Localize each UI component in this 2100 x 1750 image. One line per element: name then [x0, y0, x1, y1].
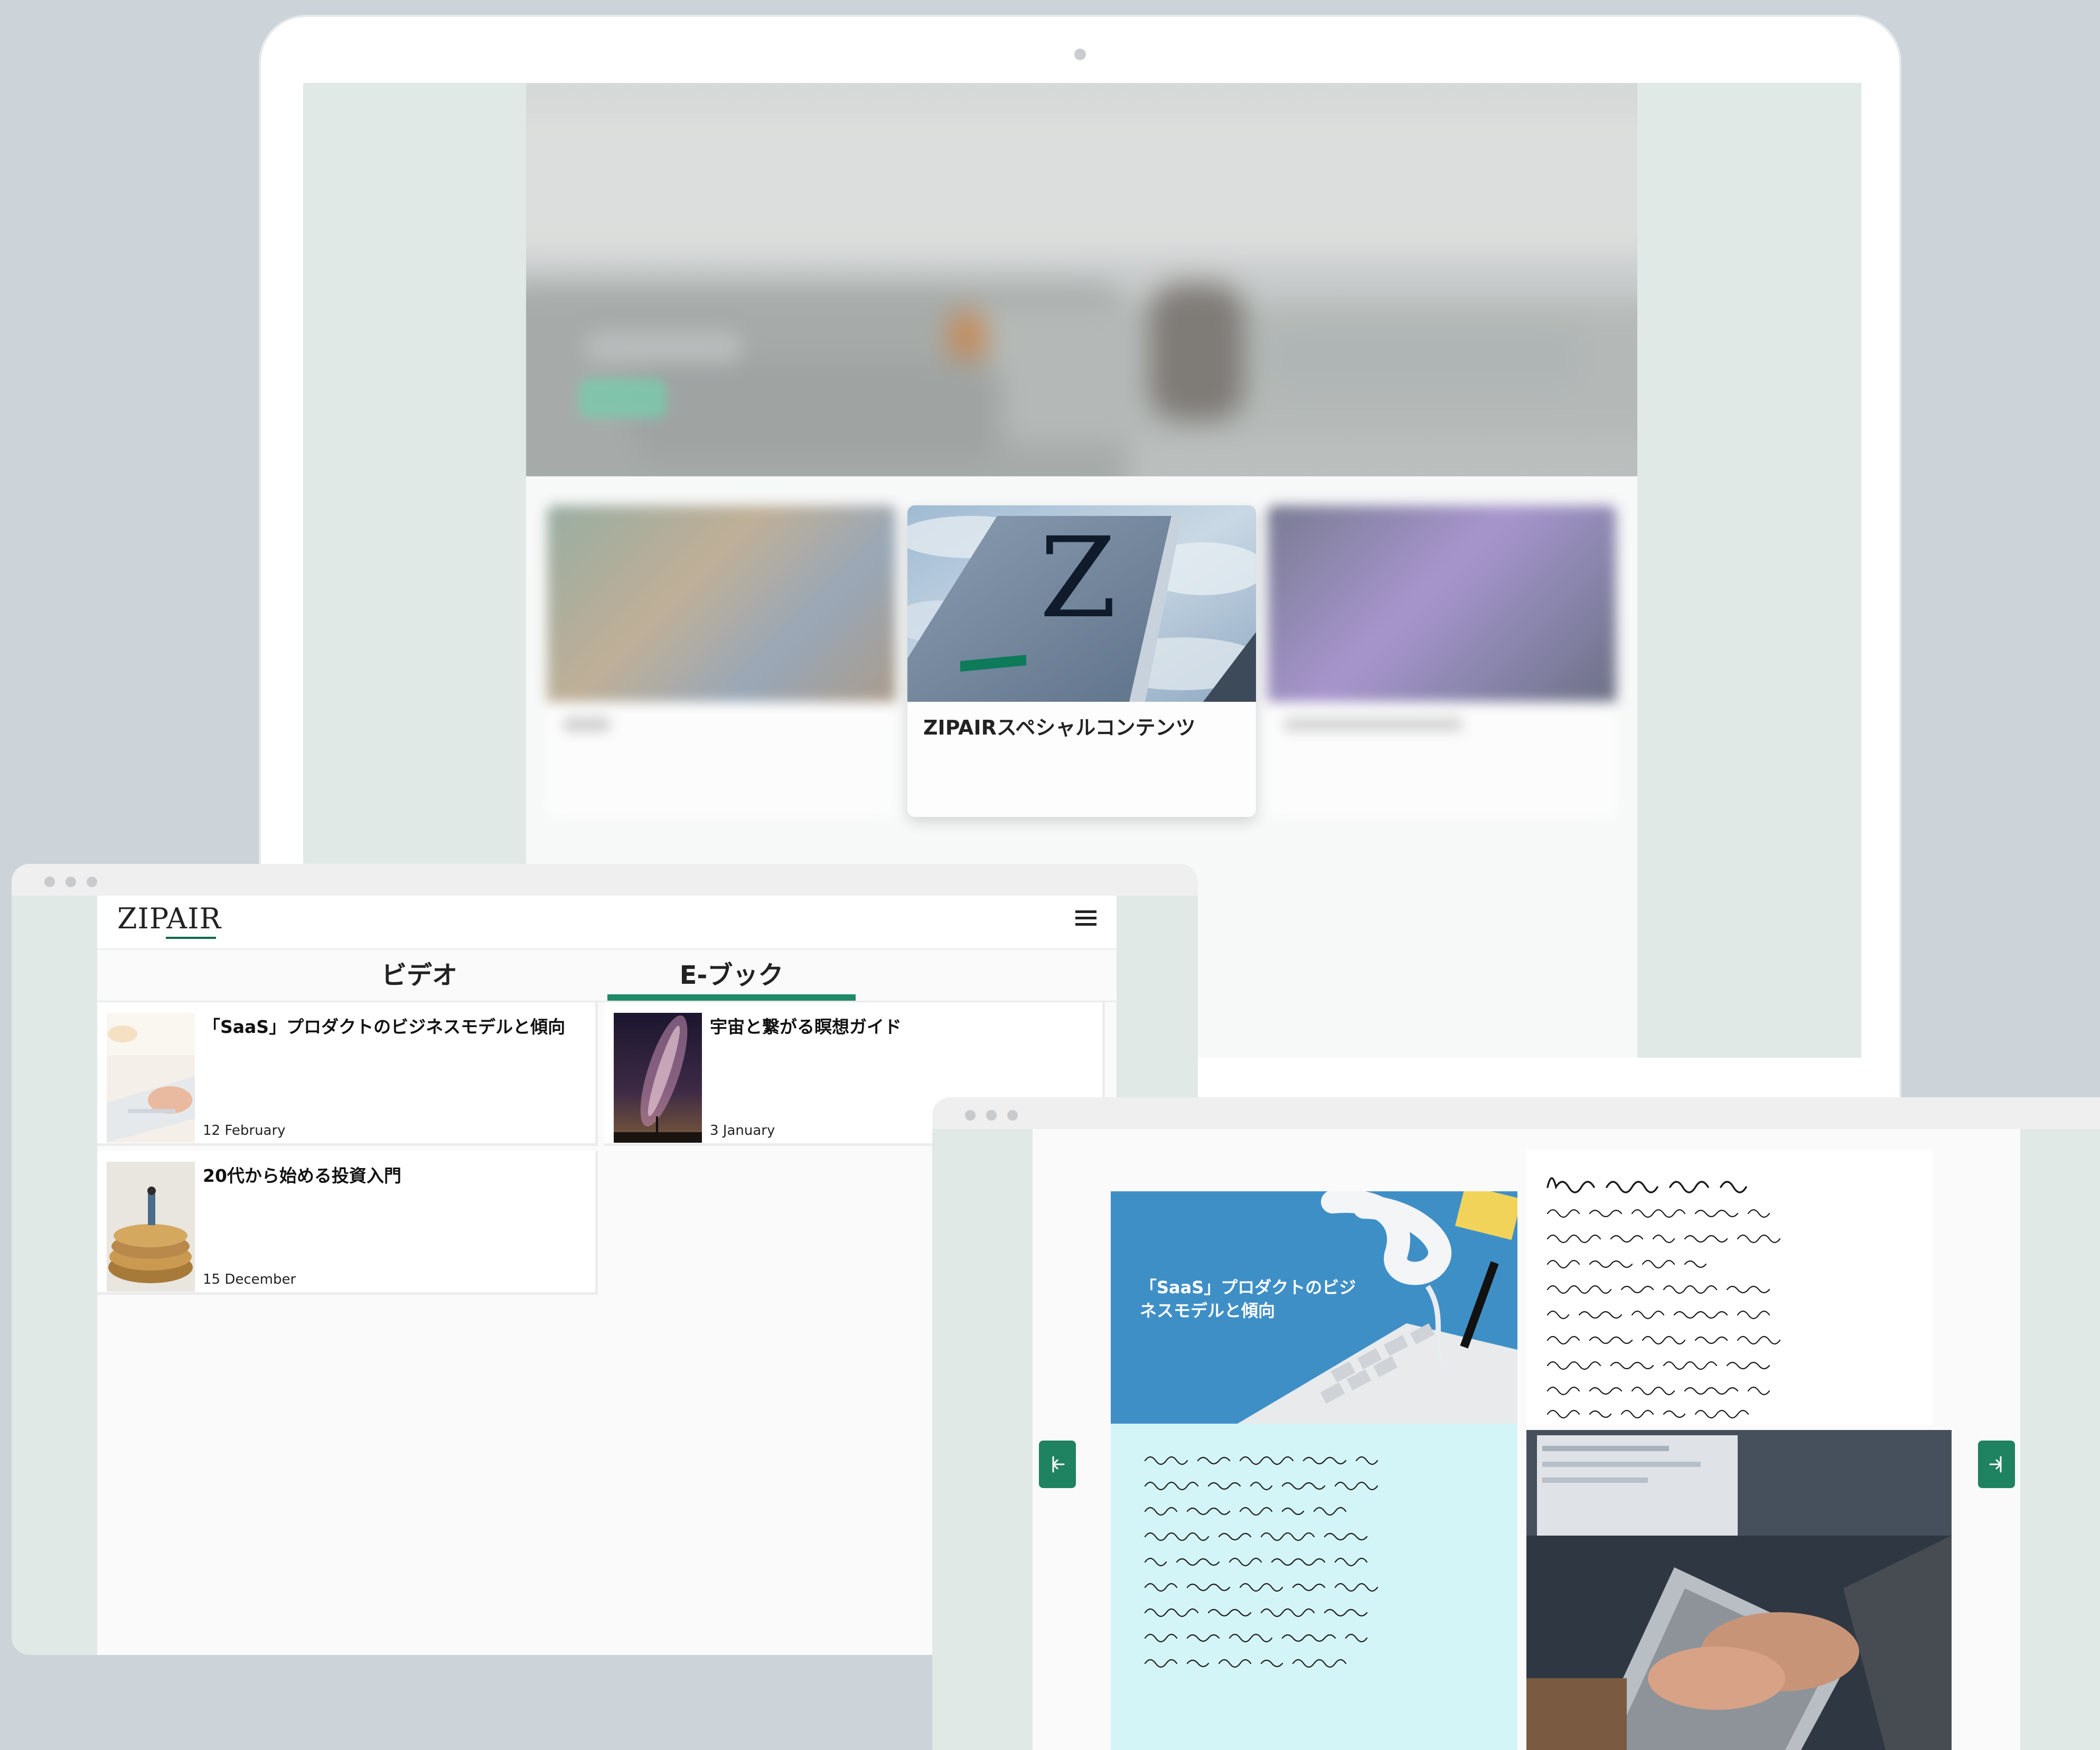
item-thumbnail — [107, 1013, 195, 1143]
content-card[interactable] — [547, 505, 896, 817]
left-page-text — [1111, 1424, 1517, 1750]
cover-title: 「SaaS」プロダクトのビジネスモデルと傾向 — [1140, 1277, 1356, 1321]
hero-title — [584, 331, 743, 363]
window-chrome — [12, 864, 1198, 896]
window-dot — [65, 877, 76, 887]
window-dot — [44, 877, 55, 887]
previous-page-button[interactable] — [1039, 1441, 1076, 1488]
window-dot — [87, 877, 97, 887]
item-date: 12 February — [203, 1123, 286, 1139]
ebook-reader-window: 「SaaS」プロダクトのビジネスモデルと傾向 — [932, 1097, 2100, 1750]
tab-ebook[interactable]: E-ブック — [607, 955, 856, 1001]
item-thumbnail — [614, 1013, 702, 1143]
window-dot — [986, 1110, 997, 1121]
item-thumbnail — [107, 1162, 195, 1292]
laptop-typing-photo — [1526, 1430, 1952, 1750]
card-row: Z ZIPAIRスペシャルコンテンツ — [547, 505, 1616, 907]
ebook-reader: 「SaaS」プロダクトのビジネスモデルと傾向 — [1033, 1129, 2020, 1750]
item-date: 3 January — [710, 1123, 775, 1139]
camera-dot — [1074, 49, 1086, 60]
right-page — [1526, 1150, 1952, 1750]
featured-content-card[interactable]: Z ZIPAIRスペシャルコンテンツ — [907, 505, 1256, 817]
arrow-left-icon — [1052, 1456, 1065, 1473]
item-title: 「SaaS」プロダクトのビジネスモデルと傾向 — [203, 1017, 566, 1037]
list-item[interactable]: 20代から始める投資入門 15 December — [97, 1151, 598, 1295]
zipair-logo[interactable]: ZIPAIR — [117, 902, 221, 935]
next-page-button[interactable] — [1978, 1441, 2015, 1488]
item-title: 宇宙と繋がる瞑想ガイド — [710, 1017, 902, 1037]
window-chrome — [932, 1097, 2100, 1129]
window-dot — [965, 1110, 976, 1121]
zipair-logo-letter: Z — [1039, 513, 1117, 643]
hero-banner — [526, 83, 1637, 476]
window-dot — [1007, 1110, 1018, 1121]
content-card[interactable] — [1268, 505, 1616, 817]
tail-fin-image: Z — [907, 505, 1256, 702]
right-page-text — [1526, 1150, 1933, 1425]
logo-underline — [166, 937, 216, 939]
tab-video[interactable]: ビデオ — [356, 955, 483, 998]
item-title: 20代から始める投資入門 — [203, 1165, 401, 1186]
arrow-right-icon — [1989, 1456, 2002, 1473]
hero-cta-button[interactable] — [579, 379, 666, 418]
hamburger-icon[interactable] — [1075, 910, 1096, 928]
left-page: 「SaaS」プロダクトのビジネスモデルと傾向 — [1111, 1191, 1517, 1750]
featured-card-title: ZIPAIRスペシャルコンテンツ — [923, 716, 1196, 739]
tab-bar: ビデオ E-ブック — [97, 950, 1117, 1002]
app-header: ZIPAIR — [97, 896, 1117, 950]
item-date: 15 December — [203, 1272, 296, 1287]
list-item[interactable]: 「SaaS」プロダクトのビジネスモデルと傾向 12 February — [97, 1002, 598, 1146]
ebook-cover: 「SaaS」プロダクトのビジネスモデルと傾向 — [1111, 1191, 1517, 1424]
